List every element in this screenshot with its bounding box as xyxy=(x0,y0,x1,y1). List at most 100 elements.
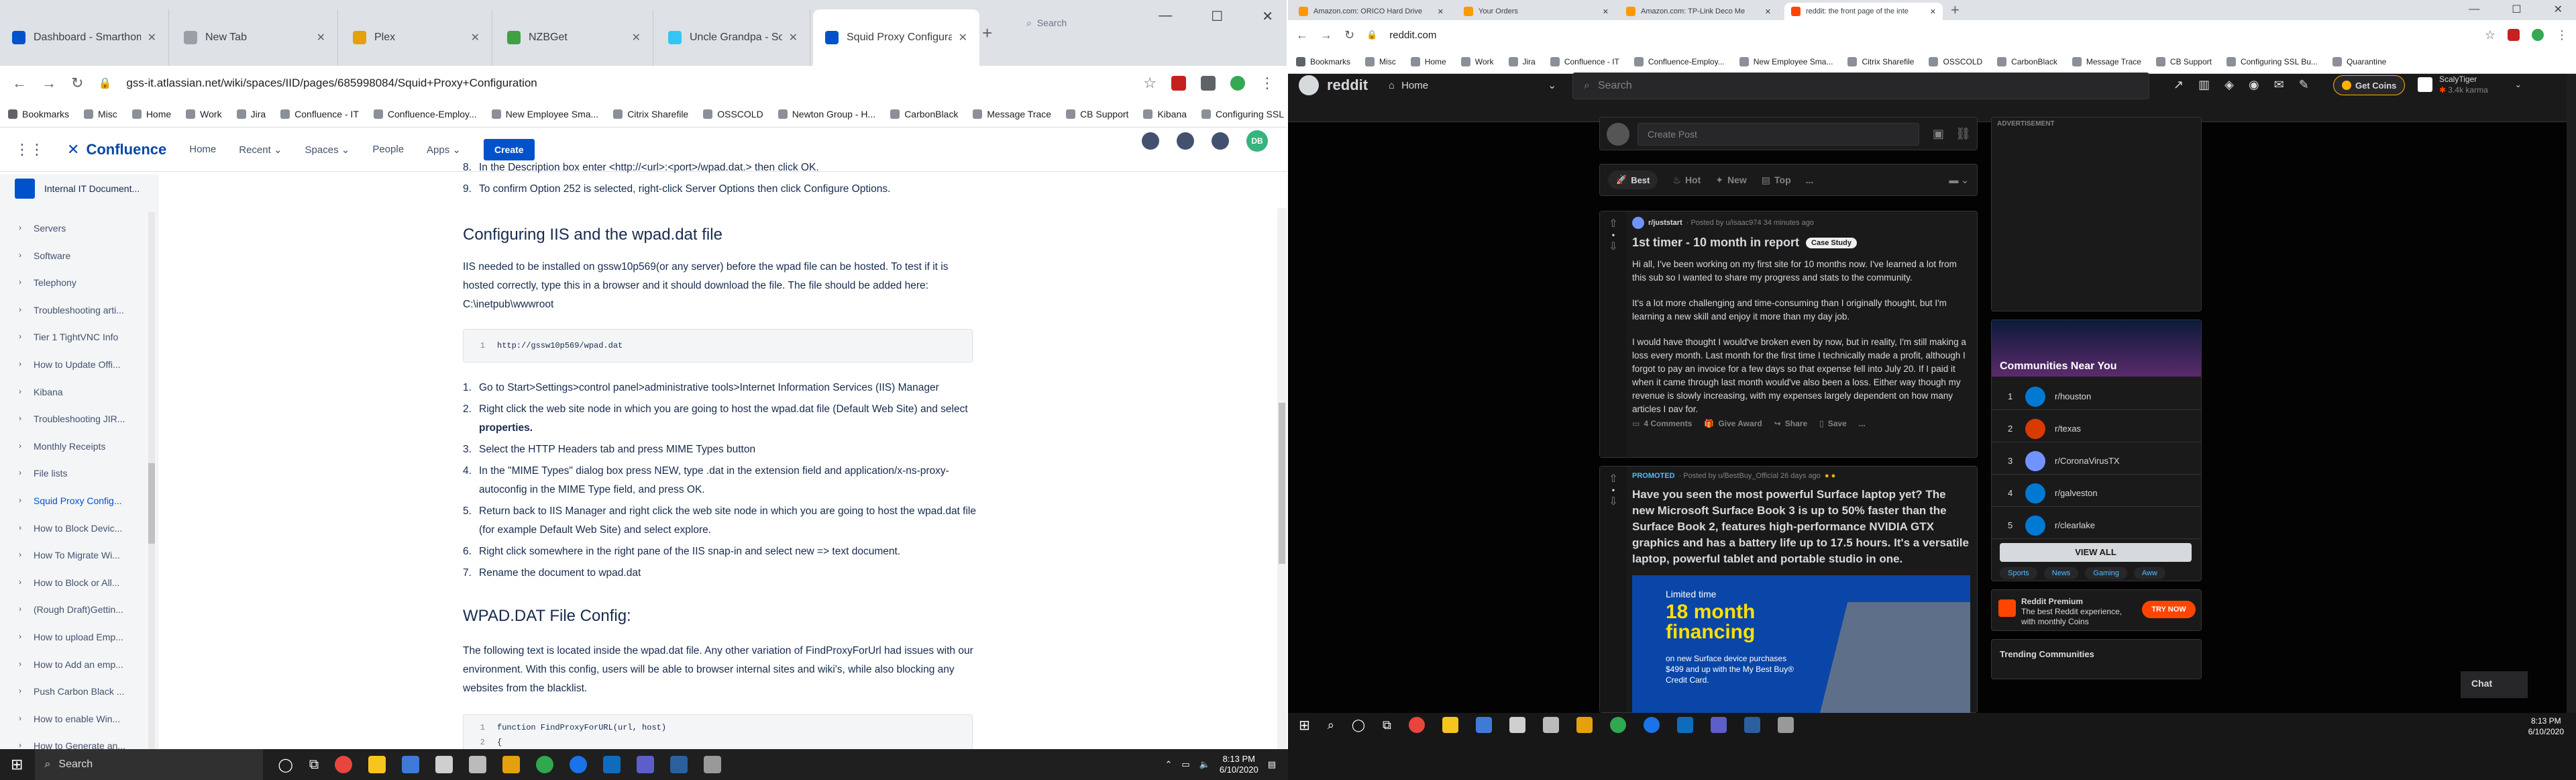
new-tab-button[interactable]: + xyxy=(982,23,992,44)
sidebar-page-link[interactable]: Monthly Receipts xyxy=(34,441,154,452)
sidebar-scrollbar-thumb[interactable] xyxy=(148,463,155,544)
bookmark-item[interactable]: CarbonBlack xyxy=(890,109,958,119)
minimize-icon[interactable]: — xyxy=(1159,8,1172,25)
app-icon[interactable] xyxy=(704,756,722,773)
app-icon[interactable] xyxy=(570,756,588,773)
sidebar-page-link[interactable]: Software xyxy=(34,250,154,261)
chevron-up-icon[interactable]: ⌃ xyxy=(1165,759,1172,770)
windows-start-icon[interactable]: ⊞ xyxy=(11,756,23,773)
windows-start-icon[interactable]: ⊞ xyxy=(1299,717,1310,734)
home-dropdown[interactable]: ⌂ Home ⌄ xyxy=(1389,79,1556,92)
share-button[interactable]: ↪ Share xyxy=(1774,419,1807,428)
sidebar-page-link[interactable]: Push Carbon Black ... xyxy=(34,686,154,697)
app-icon[interactable] xyxy=(1542,717,1559,733)
mail-icon[interactable]: ✉ xyxy=(2274,78,2284,92)
close-tab-icon[interactable]: ✕ xyxy=(317,31,325,44)
reload-icon[interactable]: ↻ xyxy=(71,75,83,92)
nav-people[interactable]: People xyxy=(372,144,404,155)
star-icon[interactable]: ☆ xyxy=(1143,75,1157,92)
bookmark-item[interactable]: New Employee Sma... xyxy=(491,109,598,119)
sidebar-page-link[interactable]: How to Update Offi... xyxy=(34,359,154,370)
chevron-right-icon[interactable]: › xyxy=(19,550,21,559)
give-award-button[interactable]: 🎁 Give Award xyxy=(1704,419,1762,428)
chevron-right-icon[interactable]: › xyxy=(19,714,21,723)
sidebar-page-link[interactable]: Troubleshooting arti... xyxy=(34,305,154,315)
settings-gear-icon[interactable] xyxy=(1212,132,1229,150)
chevron-right-icon[interactable]: › xyxy=(19,495,21,505)
get-coins-button[interactable]: Get Coins xyxy=(2333,75,2406,95)
app-icon[interactable] xyxy=(1609,717,1626,733)
notifications-icon[interactable] xyxy=(1142,132,1159,150)
post-title[interactable]: Have you seen the most powerful Surface … xyxy=(1632,487,1970,567)
task-view-icon[interactable]: ⧉ xyxy=(309,757,319,773)
extension-icon[interactable] xyxy=(2532,29,2544,41)
plex-icon[interactable] xyxy=(502,756,521,773)
bookmark-item[interactable]: CB Support xyxy=(1066,109,1128,119)
close-tab-icon[interactable]: ✕ xyxy=(959,31,967,44)
close-tab-icon[interactable]: ✕ xyxy=(632,31,641,44)
bookmark-item[interactable]: Work xyxy=(186,109,222,119)
help-icon[interactable] xyxy=(1177,132,1194,150)
comments-button[interactable]: ▭ 4 Comments xyxy=(1632,419,1692,428)
flair-badge[interactable]: Case Study xyxy=(1806,237,1857,248)
browser-tab[interactable]: reddit: the front page of the inte ✕ xyxy=(1784,3,1943,20)
sort-top[interactable]: ▤ Top xyxy=(1762,175,1791,186)
nav-apps[interactable]: Apps ⌄ xyxy=(427,144,461,156)
chevron-right-icon[interactable]: › xyxy=(19,577,21,587)
app-icon[interactable] xyxy=(1643,717,1660,733)
right-url-input[interactable]: reddit.com xyxy=(1389,30,2473,41)
menu-dots-icon[interactable]: ⋮ xyxy=(1260,75,1275,92)
network-icon[interactable]: ▭ xyxy=(1181,759,1189,770)
sidebar-page-link[interactable]: How to Block Devic... xyxy=(34,523,154,534)
downvote-icon[interactable]: ⇩ xyxy=(1600,240,1627,253)
nav-recent[interactable]: Recent ⌄ xyxy=(239,144,282,156)
upvote-icon[interactable]: ⇧ xyxy=(1600,472,1627,485)
app-icon[interactable] xyxy=(536,756,554,773)
extension-icon[interactable] xyxy=(2508,29,2520,41)
taskbar-search-input[interactable]: ⌕ Search xyxy=(35,749,264,780)
sidebar-page-link[interactable]: Tier 1 TightVNC Info xyxy=(34,332,154,342)
app-icon[interactable] xyxy=(1475,717,1492,733)
bookmark-item[interactable]: Quarantine xyxy=(2332,56,2386,66)
back-icon[interactable]: ← xyxy=(1296,28,1308,42)
forward-icon[interactable]: → xyxy=(42,75,56,92)
downvote-icon[interactable]: ⇩ xyxy=(1600,495,1627,508)
post-card[interactable]: ⇧ • ⇩ r/juststart · Posted by u/isaac974… xyxy=(1599,211,1978,458)
outlook-icon[interactable] xyxy=(1676,717,1693,733)
bookmark-item[interactable]: Home xyxy=(1410,56,1446,66)
bookmark-item[interactable]: Misc xyxy=(84,109,117,119)
nav-home[interactable]: Home xyxy=(189,144,216,155)
avatar[interactable]: DB xyxy=(1246,130,1268,152)
chevron-right-icon[interactable]: › xyxy=(19,686,21,695)
chevron-right-icon[interactable]: › xyxy=(19,632,21,641)
sidebar-page-link[interactable]: How to Block or All... xyxy=(34,577,154,588)
browser-tab[interactable]: Amazon.com: ORICO Hard Drive ✕ xyxy=(1292,3,1450,20)
bookmark-item[interactable]: Work xyxy=(1460,56,1494,66)
clock[interactable]: 8:13 PM 6/10/2020 xyxy=(1220,754,1258,775)
powershell-icon[interactable] xyxy=(1743,717,1760,733)
bookmark-item[interactable]: CarbonBlack xyxy=(1997,56,2057,66)
promoted-post-card[interactable]: ⇧ • ⇩ PROMOTED · Posted by u/BestBuy_Off… xyxy=(1599,466,1978,713)
image-icon[interactable]: ▣ xyxy=(1933,127,1944,141)
close-tab-icon[interactable]: ✕ xyxy=(471,31,480,44)
sidebar-page-link[interactable]: Squid Proxy Config... xyxy=(34,495,154,506)
bookmark-item[interactable]: Confluence - IT xyxy=(280,109,359,119)
bookmark-item[interactable]: Jira xyxy=(1508,56,1536,66)
file-explorer-icon[interactable] xyxy=(368,756,386,773)
shield-icon[interactable]: ◈ xyxy=(2224,78,2234,92)
confluence-search-input[interactable]: ⌕ Search xyxy=(1018,12,1150,34)
notifications-icon[interactable]: ▤ xyxy=(1268,759,1276,770)
chevron-right-icon[interactable]: › xyxy=(19,250,21,260)
cortana-icon[interactable]: ◯ xyxy=(1352,718,1365,732)
pencil-icon[interactable]: ✎ xyxy=(2299,78,2309,92)
chrome-icon[interactable] xyxy=(1408,717,1425,733)
new-tab-button[interactable]: + xyxy=(1951,1,1960,19)
bookmark-item[interactable]: Configuring SSL Bu... xyxy=(1201,109,1287,119)
upvote-icon[interactable]: ⇧ xyxy=(1600,217,1627,230)
chevron-right-icon[interactable]: › xyxy=(19,604,21,614)
post-title[interactable]: 1st timer - 10 month in report xyxy=(1632,236,1799,250)
close-icon[interactable]: ✕ xyxy=(2554,3,2563,16)
clock[interactable]: 8:13 PM 6/10/2020 xyxy=(2528,713,2564,737)
sidebar-page-link[interactable]: Telephony xyxy=(34,277,154,288)
app-icon[interactable] xyxy=(1777,717,1794,733)
